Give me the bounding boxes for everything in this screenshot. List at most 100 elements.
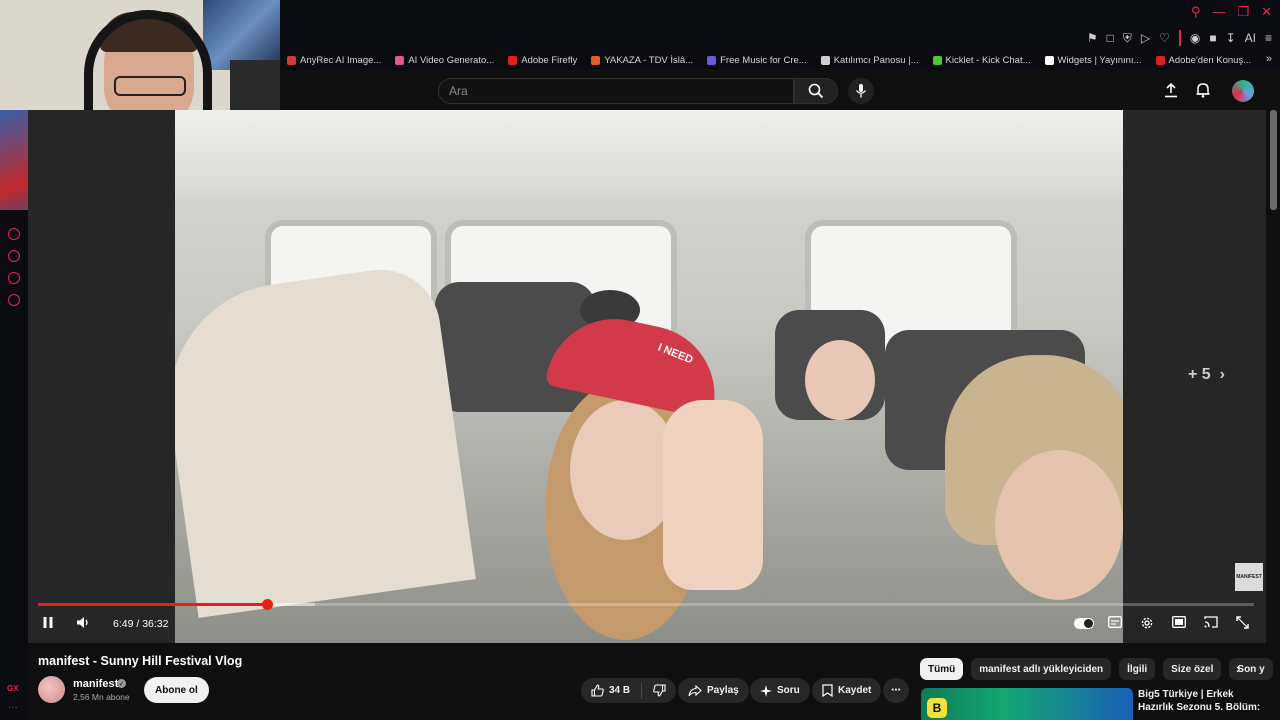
history-icon[interactable] <box>8 250 20 262</box>
microphone-icon <box>855 84 867 98</box>
search-icon[interactable]: ⚲ <box>1191 4 1201 20</box>
ai-button[interactable]: AI <box>1245 31 1256 45</box>
video-title: manifest - Sunny Hill Festival Vlog <box>38 654 243 668</box>
video-player[interactable]: I NEED + 5 › MANIFEST 6:49 / 36:32 <box>28 110 1266 643</box>
progress-played <box>38 603 267 606</box>
account-avatar[interactable] <box>1232 80 1254 102</box>
share-label: Paylaş <box>707 685 739 696</box>
more-videos-button[interactable]: + 5 › <box>1188 366 1225 384</box>
bookmarks-overflow-icon[interactable]: » <box>1266 53 1272 65</box>
passenger-face <box>995 450 1123 600</box>
bookmark-item[interactable]: Kicklet - Kick Chat... <box>926 55 1038 66</box>
upload-icon <box>1165 82 1177 98</box>
like-dislike-group: 34 B <box>581 678 677 703</box>
shield-icon[interactable]: ⛨ <box>1123 31 1132 46</box>
cast-button[interactable] <box>1204 616 1218 631</box>
channel-name[interactable]: manifest <box>73 678 118 690</box>
chip-all[interactable]: Tümü <box>920 658 964 680</box>
bookmark-label: Widgets | Yayınını... <box>1057 54 1142 66</box>
close-icon[interactable]: ✕ <box>1261 4 1272 20</box>
passenger-face <box>805 340 875 420</box>
play-icon[interactable]: ▷ <box>1141 31 1150 45</box>
save-label: Kaydet <box>838 685 872 696</box>
fullscreen-button[interactable] <box>1236 616 1249 632</box>
save-button[interactable]: Kaydet <box>812 678 882 703</box>
bookmark-item[interactable]: AI Video Generato... <box>388 55 501 66</box>
ask-button[interactable]: Soru <box>750 678 810 703</box>
cast-icon <box>1204 616 1218 628</box>
bookmark-item[interactable]: Widgets | Yayınını... <box>1038 55 1149 66</box>
time-display: 6:49 / 36:32 <box>113 618 169 630</box>
player-letterbox-left <box>28 110 175 643</box>
dislike-button[interactable] <box>653 684 666 697</box>
add-icon[interactable] <box>8 228 20 240</box>
bookmark-favicon-icon <box>508 55 518 65</box>
bookmark-favicon-icon <box>591 55 601 65</box>
video-frame[interactable]: I NEED <box>175 110 1123 643</box>
restore-icon[interactable]: ❐ <box>1237 4 1249 20</box>
pause-button[interactable] <box>42 616 54 632</box>
subtitles-button[interactable] <box>1108 616 1122 631</box>
minimize-icon[interactable]: — <box>1212 4 1225 20</box>
bookmark-item[interactable]: Free Music for Cre... <box>700 55 814 66</box>
subscriber-count: 2,56 Mn abone <box>73 692 130 702</box>
bookmark-label: Kicklet - Kick Chat... <box>945 54 1031 66</box>
share-icon <box>688 684 702 696</box>
bookmark-item[interactable]: Adobe Firefly <box>501 55 584 66</box>
chip-for-you[interactable]: Size özel <box>1163 658 1222 680</box>
create-button[interactable] <box>1164 82 1178 103</box>
search-placeholder: Ara <box>449 84 468 98</box>
bookmark-icon[interactable]: ⚑ <box>1087 31 1098 45</box>
fullscreen-icon <box>1236 616 1249 629</box>
pause-icon <box>43 617 53 628</box>
autoplay-toggle[interactable] <box>1074 618 1094 629</box>
page-scrollbar[interactable] <box>1270 110 1277 210</box>
settings-button[interactable] <box>1140 616 1154 633</box>
thumbs-up-icon <box>591 684 604 697</box>
recommendation-thumbnail[interactable]: B <box>921 688 1133 720</box>
bookmark-item[interactable]: Katılımcı Panosu |... <box>814 55 926 66</box>
chip-related[interactable]: İlgili <box>1119 658 1156 680</box>
chips-next-icon[interactable]: › <box>1236 661 1240 676</box>
subscribe-button[interactable]: Abone ol <box>144 677 209 703</box>
bookmark-favicon-icon <box>1044 55 1054 65</box>
sparkle-icon <box>760 684 772 697</box>
bookmark-label: Free Music for Cre... <box>720 54 807 66</box>
search-button[interactable] <box>794 78 838 104</box>
like-button[interactable]: 34 B <box>591 684 630 697</box>
voice-search-button[interactable] <box>848 78 874 104</box>
verified-icon: ✓ <box>117 679 126 688</box>
progress-bar[interactable] <box>38 599 1254 610</box>
theater-mode-button[interactable] <box>1172 616 1186 631</box>
chip-from-uploader[interactable]: manifest adlı yükleyiciden <box>971 658 1112 680</box>
recommendation-title[interactable]: Big5 Türkiye | Erkek Hazırlık Sezonu 5. … <box>1138 688 1268 714</box>
window-controls: ⚲ — ❐ ✕ <box>1191 4 1272 20</box>
big5-logo: B <box>927 698 947 718</box>
profile-icon[interactable]: ■ <box>1209 31 1216 45</box>
more-actions-button[interactable]: ⋯ <box>883 678 909 703</box>
gx-label: GX <box>7 684 19 693</box>
more-icon[interactable]: ··· <box>8 702 18 713</box>
toolbar-divider <box>1178 30 1181 46</box>
more-videos-count: + 5 <box>1188 366 1211 383</box>
screenshot-icon[interactable]: □ <box>1107 31 1114 45</box>
settings-icon[interactable] <box>8 294 20 306</box>
bookmark-item[interactable]: YAKAZA - TDV İslâ... <box>584 55 700 66</box>
music-icon[interactable] <box>8 272 20 284</box>
bookmark-item[interactable]: Adobe'den Konuş... <box>1149 55 1259 66</box>
channel-watermark[interactable]: MANIFEST <box>1235 563 1263 591</box>
heart-icon[interactable]: ♡ <box>1159 31 1170 45</box>
channel-avatar[interactable] <box>38 676 65 703</box>
notifications-button[interactable] <box>1196 82 1210 103</box>
mute-button[interactable] <box>76 616 90 632</box>
share-button[interactable]: Paylaş <box>678 678 749 703</box>
bookmark-label: AnyRec AI Image... <box>300 54 382 66</box>
bookmarks-bar: AnyRec AI Image... AI Video Generato... … <box>280 50 1280 70</box>
extensions-icon[interactable]: ◉ <box>1190 31 1200 45</box>
menu-icon[interactable]: ≡ <box>1265 31 1272 45</box>
download-icon[interactable]: ↧ <box>1226 31 1236 45</box>
search-input[interactable]: Ara <box>438 78 794 104</box>
progress-scrubber[interactable] <box>261 599 273 610</box>
bell-icon <box>1196 83 1210 98</box>
bookmark-item[interactable]: AnyRec AI Image... <box>280 55 388 66</box>
